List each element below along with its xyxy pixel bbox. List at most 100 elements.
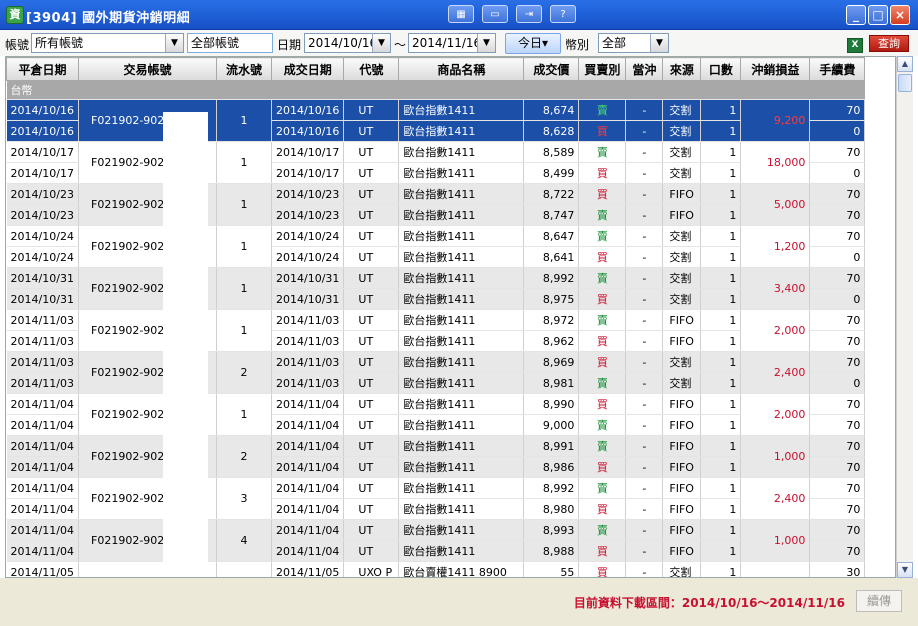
symbol-cell: UT [343,267,400,289]
chevron-down-icon[interactable]: ▼ [650,34,668,52]
close-date-cell: 2014/10/23 [6,183,79,205]
symbol-cell: UT [343,540,400,562]
minimize-button[interactable]: _ [846,5,866,25]
lots-cell: 1 [700,351,742,373]
continue-button[interactable]: 續傳 [856,590,902,612]
query-button[interactable]: 查詢 [869,35,909,52]
close-date-cell: 2014/11/05 [6,561,79,577]
product-name-cell: 歐台指數1411 [398,372,525,394]
trade-date-cell: 2014/11/04 [271,519,345,541]
table-row[interactable]: 2014/10/24 F021902-902 1 2014/10/24 UT 歐台指數14… [6,225,866,268]
side-cell: 買 [578,351,627,373]
column-header[interactable]: 手續費 [809,57,866,81]
column-header[interactable]: 買賣別 [578,57,627,81]
window-grid-icon[interactable]: ▦ [448,5,474,23]
product-name-cell: 歐台指數1411 [398,141,525,163]
scroll-up-icon[interactable]: ▲ [897,56,913,72]
account-select-value: 所有帳號 [35,36,84,50]
table-row[interactable]: 2014/11/05F021902-90212014/11/05UXO P歐台賣… [6,561,866,577]
table-row[interactable]: 2014/11/04 F021902-902 1 2014/11/04 UT 歐台指數14… [6,393,866,436]
fee-cell: 70 [809,456,866,478]
account-select[interactable]: 所有帳號 ▼ [31,33,184,53]
column-header[interactable]: 平倉日期 [6,57,79,81]
daytrade-cell: - [625,330,664,352]
column-header[interactable]: 來源 [662,57,702,81]
excel-icon[interactable]: X [847,38,863,53]
account-name-field[interactable]: 全部帳號 [187,33,273,53]
today-button[interactable]: 今日▾ [505,33,561,54]
table-row[interactable]: 2014/11/04 F021902-902 2 2014/11/04 UT 歐台指數14… [6,435,866,478]
table-row[interactable]: 2014/11/04 F021902-902 3 2014/11/04 UT 歐台指數14… [6,477,866,520]
close-date-cell: 2014/11/04 [6,393,79,415]
product-name-cell: 歐台指數1411 [398,330,525,352]
close-date-cell: 2014/11/04 [6,435,79,457]
daytrade-cell: - [625,120,664,142]
scroll-down-icon[interactable]: ▼ [897,562,913,578]
scroll-thumb[interactable] [898,74,912,92]
symbol-cell: UT [343,456,400,478]
currency-group-row[interactable]: 台幣 [6,80,865,100]
lots-cell: 1 [700,141,742,163]
symbol-cell: UT [343,477,400,499]
symbol-cell: UT [343,120,400,142]
table-row[interactable]: 2014/10/31 F021902-902 1 2014/10/31 UT 歐台指數14… [6,267,866,310]
side-cell: 賣 [578,309,627,331]
side-cell: 賣 [578,225,627,247]
serial-cell: 3 [216,477,272,520]
lots-cell: 1 [700,540,742,562]
symbol-cell: UT [343,330,400,352]
product-name-cell: 歐台指數1411 [398,540,525,562]
source-cell: FIFO [662,393,702,415]
lots-cell: 1 [700,498,742,520]
window-resize-icon[interactable]: ▭ [482,5,508,23]
column-header[interactable]: 流水號 [216,57,272,81]
lots-cell: 1 [700,519,742,541]
side-cell: 賣 [578,519,627,541]
daytrade-cell: - [625,225,664,247]
table-row[interactable]: 2014/10/23 F021902-902 1 2014/10/23 UT 歐台指數14… [6,183,866,226]
table-row[interactable]: 2014/10/16 F021902-902 1 2014/10/16 UT 歐台指數14… [6,99,866,142]
close-date-cell: 2014/11/04 [6,540,79,562]
close-button[interactable]: × [890,5,910,25]
chevron-down-icon[interactable]: ▼ [165,34,183,52]
lots-cell: 1 [700,204,742,226]
price-cell: 8,990 [523,393,580,415]
column-header[interactable]: 代號 [343,57,400,81]
lots-cell: 1 [700,372,742,394]
help-icon[interactable]: ? [550,5,576,23]
lots-cell: 1 [700,267,742,289]
chevron-down-icon[interactable]: ▼ [372,34,390,52]
column-header[interactable]: 口數 [700,57,742,81]
source-cell: FIFO [662,309,702,331]
column-header[interactable]: 沖銷損益 [740,57,811,81]
price-cell: 8,993 [523,519,580,541]
date-to-picker[interactable]: 2014/11/16 ▼ [408,33,496,53]
column-header[interactable]: 交易帳號 [78,57,217,81]
pl-cell: 9,200 [740,99,811,142]
table-row[interactable]: 2014/11/03 F021902-902 1 2014/11/03 UT 歐台指數14… [6,309,866,352]
price-cell: 8,647 [523,225,580,247]
currency-select[interactable]: 全部 ▼ [598,33,669,53]
table-row[interactable]: 2014/11/03 F021902-902 2 2014/11/03 UT 歐台指數14… [6,351,866,394]
symbol-cell: UT [343,414,400,436]
table-row[interactable]: 2014/11/04 F021902-902 4 2014/11/04 UT 歐台指數14… [6,519,866,562]
price-cell: 8,589 [523,141,580,163]
column-header[interactable]: 成交價 [523,57,580,81]
table-row[interactable]: 2014/10/17 F021902-902 1 2014/10/17 UT 歐台指數14… [6,141,866,184]
column-header[interactable]: 當沖 [625,57,664,81]
lots-cell: 1 [700,330,742,352]
column-header[interactable]: 成交日期 [270,57,345,81]
layout-icon[interactable]: ⇥ [516,5,542,23]
side-cell: 買 [578,246,627,268]
vertical-scrollbar[interactable]: ▲ ▼ [896,56,913,578]
chevron-down-icon[interactable]: ▼ [477,34,495,52]
serial-cell: 1 [216,183,272,226]
date-from-value: 2014/10/16 [308,36,378,50]
pl-cell: 2,000 [740,309,811,352]
maximize-button[interactable]: □ [868,5,888,25]
date-from-picker[interactable]: 2014/10/16 ▼ [304,33,391,53]
side-cell: 賣 [578,435,627,457]
column-header[interactable]: 商品名稱 [398,57,525,81]
side-cell: 賣 [578,267,627,289]
source-cell: 交割 [662,561,702,577]
